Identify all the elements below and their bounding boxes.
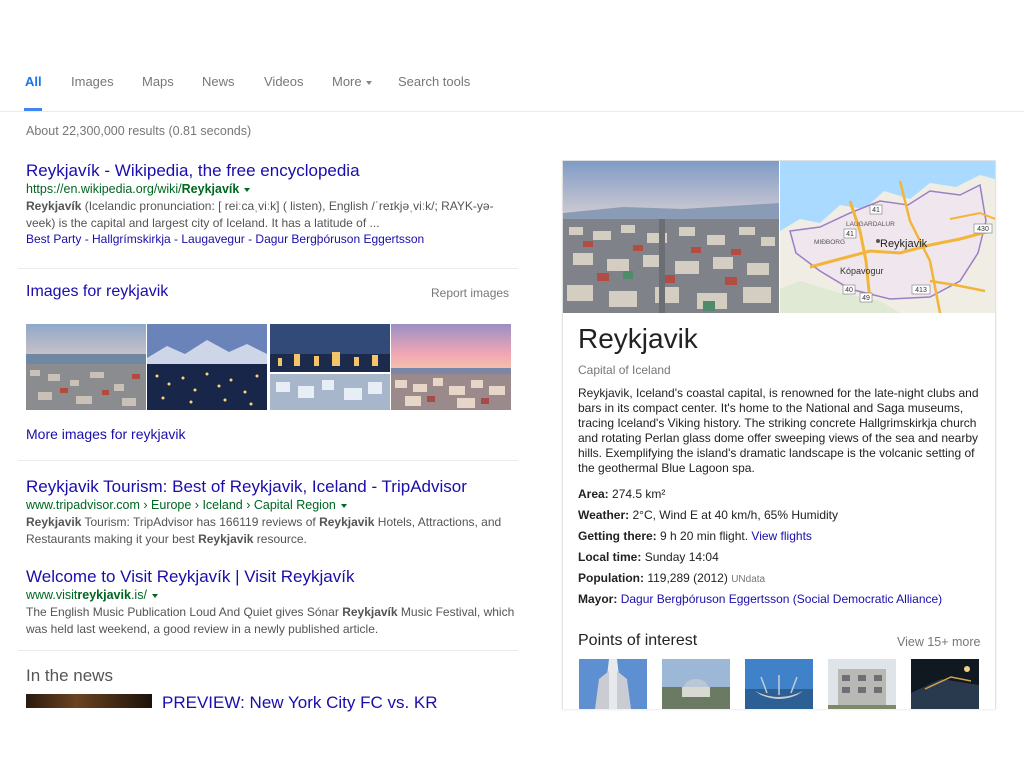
view-flights-link[interactable]: View flights (751, 529, 811, 543)
tab-all[interactable]: All (25, 74, 42, 89)
result-snippet: Reykjavik Tourism: TripAdvisor has 16611… (26, 514, 516, 547)
kp-fact-mayor: Mayor: Dagur Bergþóruson Eggertsson (Soc… (578, 592, 942, 606)
knowledge-panel: 41 41 40 49 413 430 LAUGARDALUR MIÐBORG … (562, 160, 996, 709)
result-title-link[interactable]: Welcome to Visit Reykjavík | Visit Reykj… (26, 567, 354, 586)
map-town-label: Kópavogur (840, 266, 884, 276)
fact-source[interactable]: UNdata (731, 574, 765, 585)
result-url-prefix: https://en.wikipedia.org/wiki/ (26, 182, 182, 196)
map-road-label: 40 (845, 287, 853, 294)
result-url-suffix: .is/ (130, 588, 147, 602)
tab-videos[interactable]: Videos (264, 74, 304, 89)
tab-more-label: More (332, 74, 362, 89)
image-thumb-city-sunset-pink[interactable] (391, 324, 511, 410)
result-url[interactable]: www.tripadvisor.com › Europe › Iceland ›… (26, 497, 516, 514)
map-road-label: 41 (846, 231, 854, 238)
url-caret-icon[interactable] (340, 503, 347, 508)
news-heading: In the news (26, 666, 113, 685)
result-url[interactable]: https://en.wikipedia.org/wiki/Reykjavík (26, 181, 516, 198)
more-images-link[interactable]: More images for reykjavik (26, 426, 186, 442)
tab-search-tools[interactable]: Search tools (398, 74, 470, 89)
divider (18, 268, 518, 269)
result-url-bold: reykjavik (77, 588, 131, 602)
kp-description: Reykjavik, Iceland's coastal capital, is… (578, 386, 979, 475)
map-road-label: 430 (977, 226, 989, 233)
search-result-visitreykjavik: Welcome to Visit Reykjavík | Visit Reykj… (26, 567, 516, 637)
image-thumb-city-night-collage[interactable] (270, 324, 390, 410)
images-section-title[interactable]: Images for reykjavik (26, 283, 168, 301)
result-url-prefix: www.tripadvisor.com › Europe › Iceland ›… (26, 498, 336, 512)
poi-thumb-perlan[interactable] (662, 659, 730, 709)
snippet-text: The English Music Publication Loud And Q… (26, 605, 343, 619)
city-map[interactable]: 41 41 40 49 413 430 LAUGARDALUR MIÐBORG … (780, 161, 995, 313)
fact-value: 274.5 km² (612, 487, 666, 501)
map-district-label: LAUGARDALUR (846, 221, 895, 228)
map-city-label: Reykjavik (880, 238, 928, 250)
map-road-label: 49 (862, 295, 870, 302)
url-caret-icon[interactable] (244, 187, 251, 192)
mayor-link[interactable]: Dagur Bergþóruson Eggertsson (Social Dem… (621, 592, 943, 606)
image-thumb-city-night-mountains[interactable] (147, 324, 267, 410)
divider (18, 460, 518, 461)
snippet-bold: Reykjavík (342, 605, 398, 619)
fact-label[interactable]: Area: (578, 487, 609, 501)
result-title-link[interactable]: Reykjavík - Wikipedia, the free encyclop… (26, 161, 360, 180)
fact-value: 2°C, Wind E at 40 km/h, 65% Humidity (632, 508, 839, 522)
search-result-tripadvisor: Reykjavik Tourism: Best of Reykjavik, Ic… (26, 477, 516, 547)
snippet-text: resource. (253, 531, 307, 546)
result-url[interactable]: www.visitreykjavik.is/ (26, 587, 516, 604)
tab-more[interactable]: More (332, 74, 372, 89)
poi-view-more-link[interactable]: View 15+ more (897, 635, 981, 649)
snippet-bold: Reykjavik (198, 531, 254, 546)
kp-subtitle: Capital of Iceland (578, 363, 671, 377)
tab-news[interactable]: News (202, 74, 235, 89)
poi-heading: Points of interest (578, 632, 698, 649)
result-sitelinks[interactable]: Best Party - Hallgrímskirkja - Laugavegu… (26, 231, 516, 247)
snippet-text: (Icelandic pronunciation: [ reiːcaˌviːk]… (26, 199, 494, 230)
poi-thumb-building[interactable] (828, 659, 896, 709)
kp-title: Reykjavik (578, 323, 698, 354)
search-result-wikipedia: Reykjavík - Wikipedia, the free encyclop… (26, 161, 516, 247)
image-thumb-city-aerial-dusk[interactable] (26, 324, 146, 410)
search-tabs-bar: All Images Maps News Videos More Search … (0, 0, 1024, 112)
tab-maps[interactable]: Maps (142, 74, 174, 89)
result-url-prefix: www.visit (26, 588, 78, 602)
kp-fact-getting-there: Getting there: 9 h 20 min flight. View f… (578, 529, 812, 543)
tab-images[interactable]: Images (71, 74, 114, 89)
map-road-label: 413 (915, 287, 927, 294)
fact-label[interactable]: Mayor: (578, 592, 617, 606)
report-images-link[interactable]: Report images (431, 286, 509, 300)
map-district-label: MIÐBORG (814, 239, 845, 246)
fact-label[interactable]: Local time: (578, 550, 641, 564)
kp-fact-population: Population: 119,289 (2012) UNdata (578, 571, 765, 585)
kp-fact-weather: Weather: 2°C, Wind E at 40 km/h, 65% Hum… (578, 508, 838, 522)
poi-thumb-harpa[interactable] (911, 659, 979, 709)
snippet-bold: Reykjavík (26, 199, 82, 213)
result-snippet: The English Music Publication Loud And Q… (26, 604, 516, 637)
snippet-bold: Reykjavik (26, 515, 82, 529)
poi-thumb-sun-voyager[interactable] (745, 659, 813, 709)
result-title-link[interactable]: Reykjavik Tourism: Best of Reykjavik, Ic… (26, 477, 467, 496)
fact-value: 119,289 (2012) (647, 571, 728, 585)
url-caret-icon[interactable] (151, 593, 158, 598)
fact-value: Sunday 14:04 (644, 550, 719, 564)
snippet-bold: Reykjavik (319, 515, 375, 529)
snippet-text: Tourism: TripAdvisor has 166119 reviews … (81, 515, 320, 529)
result-stats: About 22,300,000 results (0.81 seconds) (26, 124, 252, 138)
divider (18, 650, 518, 651)
kp-fact-local-time: Local time: Sunday 14:04 (578, 550, 719, 564)
fact-label[interactable]: Population: (578, 571, 644, 585)
result-url-bold: Reykjavík (181, 182, 240, 196)
map-road-label: 41 (872, 207, 880, 214)
caret-down-icon (365, 80, 372, 85)
result-snippet: Reykjavík (Icelandic pronunciation: [ re… (26, 198, 516, 231)
kp-fact-area: Area: 274.5 km² (578, 487, 665, 501)
news-title-link[interactable]: PREVIEW: New York City FC vs. KR (162, 693, 438, 713)
fact-label[interactable]: Weather: (578, 508, 629, 522)
fact-value: 9 h 20 min flight. (660, 529, 749, 543)
fact-label[interactable]: Getting there: (578, 529, 657, 543)
city-photo[interactable] (563, 161, 779, 313)
poi-thumb-hallgrimskirkja[interactable] (579, 659, 647, 709)
news-thumbnail[interactable] (26, 694, 152, 708)
active-tab-indicator (24, 108, 42, 111)
